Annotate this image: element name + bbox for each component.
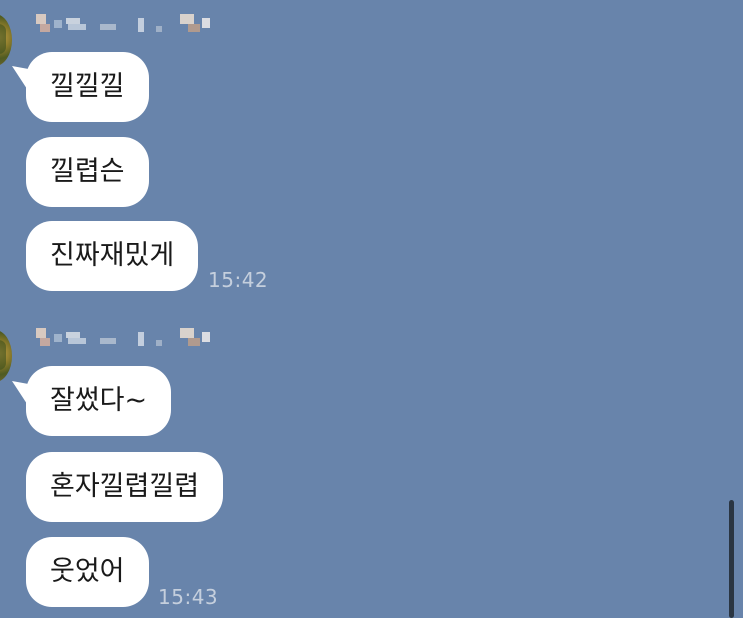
message-bubble[interactable]: 혼자낄렵낄렵 (26, 452, 224, 522)
sender-name-pixelated (30, 326, 220, 356)
sender-name-pixelated (30, 12, 220, 42)
scrollbar[interactable] (729, 500, 734, 618)
sender-avatar[interactable] (0, 330, 12, 382)
message-bubble[interactable]: 낄렵슨 (26, 137, 149, 207)
message-bubble[interactable]: 진짜재밌게 (26, 221, 199, 291)
avatar-image (0, 340, 6, 370)
message-bubble[interactable]: 잘썼다~ (26, 366, 172, 436)
avatar-image (0, 24, 6, 54)
sender-avatar[interactable] (0, 14, 12, 66)
message-timestamp: 15:42 (208, 268, 269, 292)
message-bubble[interactable]: 웃었어 (26, 537, 149, 607)
message-bubble[interactable]: 낄낄낄 (26, 52, 149, 122)
message-timestamp: 15:43 (158, 585, 219, 609)
